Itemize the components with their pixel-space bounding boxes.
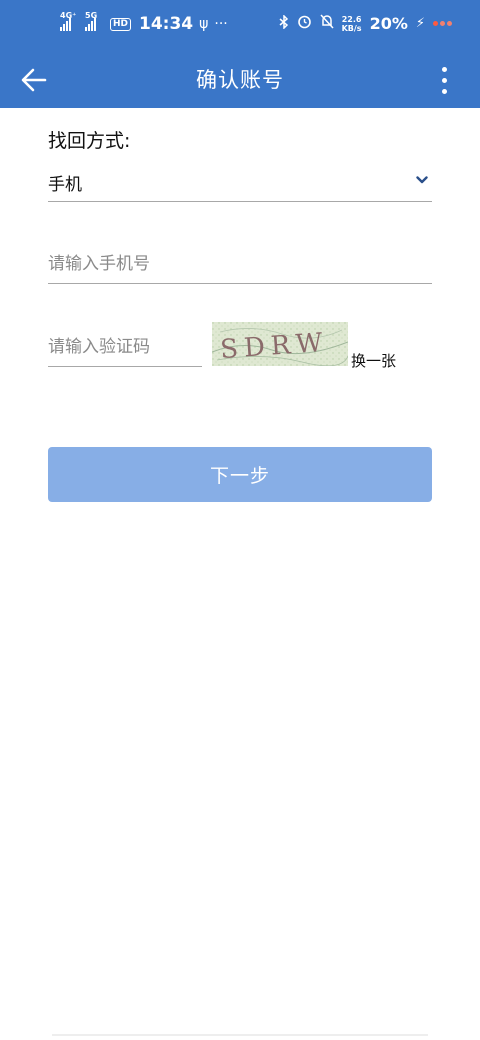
battery-percent: 20% — [369, 14, 408, 33]
app-bar: 4G⁺ 5G HD 14:34 ψ ··· 22.6 KB/s 20% ⚡ 确认… — [0, 0, 480, 108]
bottom-divider — [52, 1034, 428, 1036]
verification-code-field — [48, 327, 202, 367]
next-step-button[interactable]: 下一步 — [48, 447, 432, 502]
recovery-method-select[interactable]: 手机 — [48, 164, 432, 202]
phone-input[interactable] — [48, 245, 432, 283]
more-vertical-icon — [441, 66, 447, 72]
refresh-captcha-link[interactable]: 换一张 — [351, 350, 396, 371]
usb-icon: ψ — [199, 16, 209, 32]
alarm-icon — [297, 14, 312, 33]
charging-icon: ⚡ — [415, 16, 425, 31]
signal-4g-icon: 4G⁺ — [60, 11, 76, 31]
battery-icon — [433, 21, 452, 26]
verification-code-input[interactable] — [48, 327, 202, 366]
captcha-image[interactable]: SDRW — [212, 322, 348, 366]
mute-bell-icon — [320, 14, 334, 33]
header: 确认账号 — [0, 52, 480, 108]
status-bar: 4G⁺ 5G HD 14:34 ψ ··· 22.6 KB/s 20% ⚡ — [0, 0, 480, 52]
recovery-method-label: 找回方式: — [48, 130, 131, 152]
phone-field — [48, 245, 432, 284]
page-title: 确认账号 — [196, 68, 284, 92]
more-notifications-icon: ··· — [214, 16, 228, 32]
hd-icon: HD — [110, 17, 132, 31]
bluetooth-icon — [279, 13, 289, 33]
clock: 14:34 — [139, 14, 194, 34]
recovery-method-value: 手机 — [48, 175, 82, 195]
more-options-button[interactable] — [438, 62, 450, 98]
network-speed: 22.6 KB/s — [341, 14, 362, 33]
signal-5g-icon: 5G — [85, 11, 97, 31]
chevron-down-icon — [416, 176, 428, 184]
